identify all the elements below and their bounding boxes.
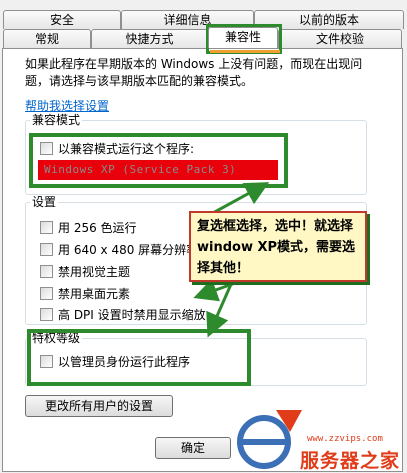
run-as-admin-checkbox[interactable]: 以管理员身份运行此程序 [40,353,190,370]
checkbox-label: 高 DPI 设置时禁用显示缩放 [58,308,206,322]
compat-mode-title: 兼容模式 [30,113,83,127]
checkbox-disable-dpi-scaling[interactable]: 高 DPI 设置时禁用显示缩放 [40,306,206,323]
tab-shortcut[interactable]: 快捷方式 [91,29,208,48]
compat-mode-label: 以兼容模式运行这个程序: [58,142,195,156]
checkbox-box[interactable] [40,142,53,155]
settings-title: 设置 [30,195,59,209]
tab-row-back: 安全 详细信息 以前的版本 [0,10,404,29]
checkbox-box[interactable] [40,355,53,368]
checkbox-box[interactable] [40,243,53,256]
checkbox-box[interactable] [40,308,53,321]
watermark-name: 服务器之家 [300,450,401,472]
checkbox-box[interactable] [40,265,53,278]
checkbox-label: 用 640 x 480 屏幕分辨率 [58,243,199,257]
annotation-callout: 复选框选择，选中！就选择window XP模式，需要选择其他！ [189,211,367,282]
compat-mode-checkbox[interactable]: 以兼容模式运行这个程序: [40,140,194,157]
checkbox-256-colors[interactable]: 用 256 色运行 [40,219,137,236]
checkbox-label: 用 256 色运行 [58,221,137,235]
tab-row-front: 常规 快捷方式 兼容性 文件校验 [0,27,402,48]
watermark-url: www.zzvips.com [307,434,383,444]
tab-compatibility[interactable]: 兼容性 [208,27,278,48]
checkbox-box[interactable] [40,221,53,234]
tab-file-checksum[interactable]: 文件校验 [278,29,402,48]
checkbox-disable-visual-themes[interactable]: 禁用视觉主题 [40,263,130,280]
checkbox-label: 禁用桌面元素 [58,287,131,301]
checkbox-label: 禁用视觉主题 [58,265,131,279]
ok-button[interactable]: 确定 [155,437,231,459]
run-as-admin-label: 以管理员身份运行此程序 [58,355,191,369]
os-version-select[interactable]: Windows XP (Service Pack 3) [38,160,278,180]
checkbox-disable-desktop-composition[interactable]: 禁用桌面元素 [40,285,130,302]
change-all-users-button[interactable]: 更改所有用户的设置 [25,395,173,417]
help-link[interactable]: 帮助我选择设置 [25,97,109,114]
checkbox-box[interactable] [40,287,53,300]
annotation-marker [210,50,280,53]
tab-security[interactable]: 安全 [3,10,121,29]
tab-general[interactable]: 常规 [3,29,91,48]
checkbox-640x480[interactable]: 用 640 x 480 屏幕分辨率 [40,241,198,258]
intro-text: 如果此程序在早期版本的 Windows 上没有问题，而现在出现问题，请选择与该早… [25,57,363,88]
watermark-logo-icon [237,410,302,469]
